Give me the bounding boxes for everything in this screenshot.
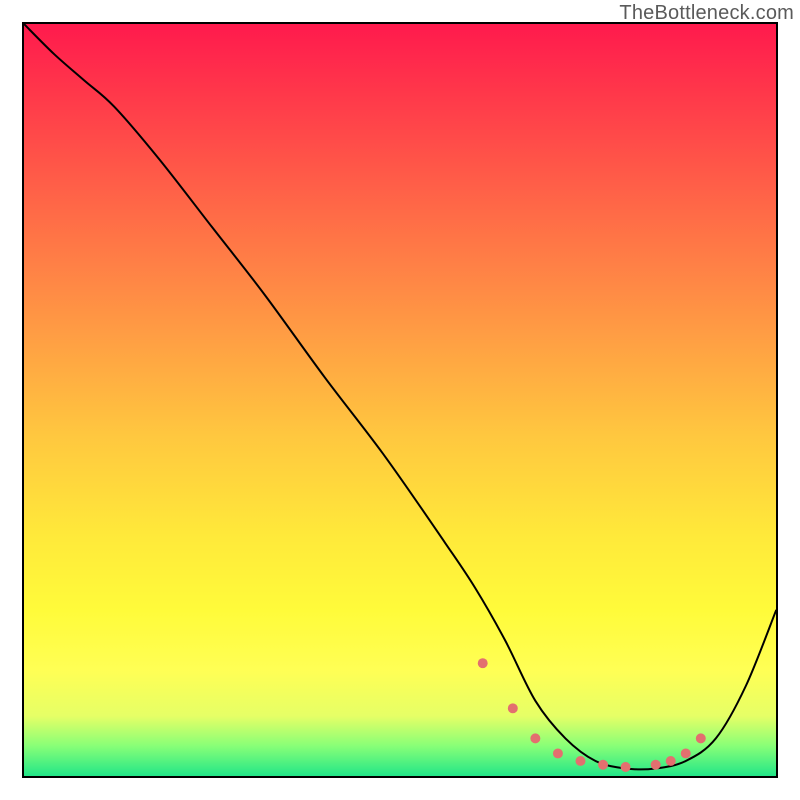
marker-dot — [530, 733, 540, 743]
chart-container: TheBottleneck.com — [0, 0, 800, 800]
marker-dot — [508, 703, 518, 713]
plot-area — [22, 22, 778, 778]
marker-dot — [651, 760, 661, 770]
marker-dot — [576, 756, 586, 766]
bottleneck-curve — [24, 24, 776, 769]
marker-dot — [696, 733, 706, 743]
marker-dots — [478, 658, 706, 772]
marker-dot — [598, 760, 608, 770]
marker-dot — [621, 762, 631, 772]
marker-dot — [553, 748, 563, 758]
marker-dot — [478, 658, 488, 668]
marker-dot — [681, 748, 691, 758]
curve-svg — [24, 24, 776, 776]
marker-dot — [666, 756, 676, 766]
